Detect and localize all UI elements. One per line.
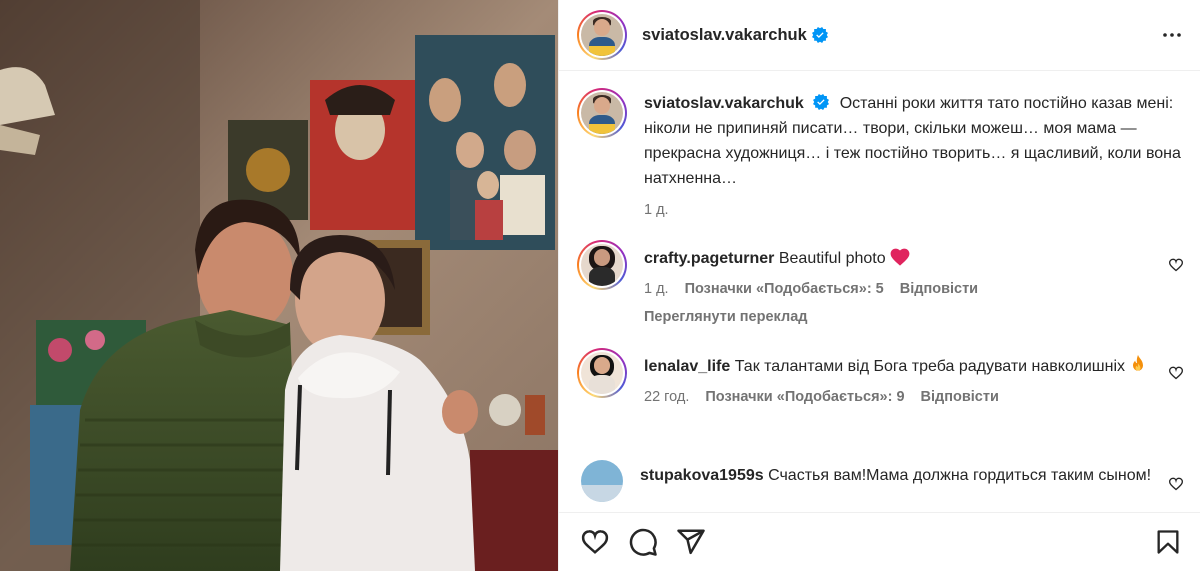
- verified-badge-icon: [813, 94, 830, 110]
- post-photo[interactable]: [0, 0, 558, 571]
- comment-text: Так талантами від Бога треба радувати на…: [734, 358, 1125, 375]
- share-button[interactable]: [675, 526, 707, 558]
- commenter-avatar[interactable]: [577, 240, 627, 290]
- caption-time: 1 д.: [644, 202, 669, 218]
- share-icon: [677, 529, 705, 555]
- post-image: [0, 0, 558, 571]
- comment-item: stupakova1959s Счастья вам!Мама должна г…: [581, 460, 1184, 502]
- instagram-post-view: sviatoslav.vakarchuk sviatoslav.vakarchu…: [0, 0, 1200, 571]
- reply-button[interactable]: Відповісти: [900, 277, 978, 302]
- more-options-button[interactable]: [1160, 23, 1184, 47]
- author-username[interactable]: sviatoslav.vakarchuk: [642, 26, 807, 45]
- post-action-bar: [559, 512, 1200, 571]
- reply-button[interactable]: Відповісти: [921, 385, 999, 410]
- comment-like-heart-icon[interactable]: [1168, 257, 1184, 273]
- comment-text: Счастья вам!Мама должна гордиться таким …: [768, 467, 1152, 484]
- comment-like-heart-icon[interactable]: [1168, 476, 1184, 492]
- fire-emoji: [1133, 354, 1144, 371]
- comments-section[interactable]: sviatoslav.vakarchuk Останні роки життя …: [559, 72, 1200, 512]
- comment-like-heart-icon[interactable]: [1168, 365, 1184, 381]
- comment-likes-link[interactable]: Позначки «Подобається»: 5: [685, 277, 884, 302]
- comment-icon: [629, 528, 657, 556]
- see-translation-link[interactable]: Переглянути переклад: [644, 305, 1184, 330]
- red-heart-emoji: [890, 248, 910, 266]
- heart-icon: [581, 530, 609, 554]
- caption-avatar[interactable]: [577, 88, 627, 138]
- save-button[interactable]: [1152, 526, 1184, 558]
- comment-time: 22 год.: [644, 389, 690, 405]
- comment-time: 1 д.: [644, 281, 669, 297]
- comment-username[interactable]: lenalav_life: [644, 358, 730, 375]
- comment-text: Beautiful photo: [778, 250, 886, 267]
- author-avatar[interactable]: [577, 10, 627, 60]
- post-caption: sviatoslav.vakarchuk Останні роки життя …: [577, 88, 1184, 223]
- comment-item: crafty.pageturner Beautiful photo 1 д. П…: [577, 240, 1184, 330]
- caption-username[interactable]: sviatoslav.vakarchuk: [644, 95, 804, 112]
- comment-username[interactable]: crafty.pageturner: [644, 250, 774, 267]
- commenter-avatar[interactable]: [581, 460, 623, 502]
- comment-button[interactable]: [627, 526, 659, 558]
- commenter-avatar[interactable]: [577, 348, 627, 398]
- post-side-panel: sviatoslav.vakarchuk sviatoslav.vakarchu…: [558, 0, 1200, 571]
- bookmark-icon: [1157, 530, 1179, 554]
- more-options-icon: [1163, 33, 1181, 37]
- like-button[interactable]: [579, 526, 611, 558]
- comment-item: lenalav_life Так талантами від Бога треб…: [577, 348, 1184, 410]
- comment-likes-link[interactable]: Позначки «Подобається»: 9: [705, 385, 904, 410]
- post-header: sviatoslav.vakarchuk: [559, 0, 1200, 71]
- verified-badge-icon: [811, 27, 828, 43]
- comment-username[interactable]: stupakova1959s: [640, 467, 764, 484]
